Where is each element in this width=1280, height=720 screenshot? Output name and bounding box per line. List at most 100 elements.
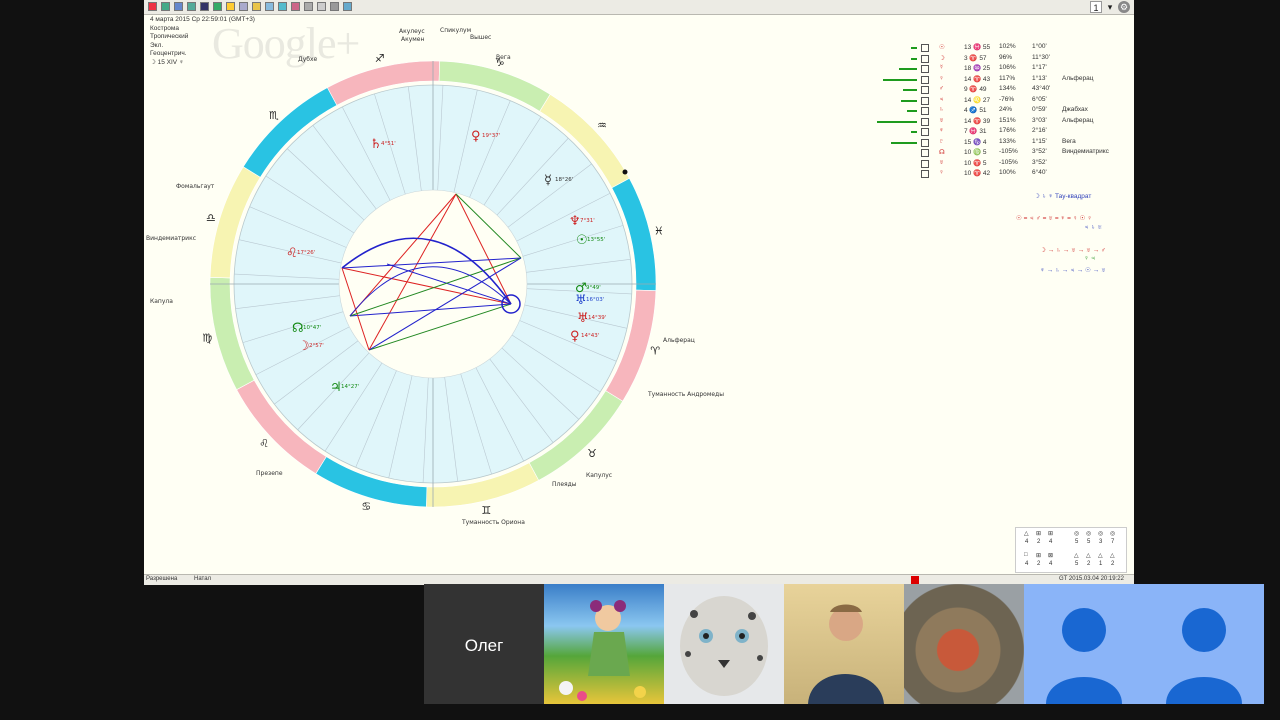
- aspect-box-icon: [921, 128, 929, 136]
- strength-bar: [899, 68, 917, 70]
- aspect-position: 14 ♈ 39: [964, 117, 991, 125]
- settings-gear-icon[interactable]: ⚙: [1118, 1, 1130, 13]
- participant-tile-oleg[interactable]: Олег: [424, 584, 544, 704]
- participant-tile-cartoon-girl[interactable]: [544, 584, 664, 704]
- aspect-box-icon: [921, 75, 929, 84]
- planet-glyph[interactable]: ♅: [575, 293, 587, 308]
- globe-icon[interactable]: [174, 2, 183, 11]
- stats-symbol-icon: ◎: [1110, 531, 1116, 537]
- zodiac-sign-glyph: ♉: [587, 447, 597, 460]
- refresh-icon[interactable]: [161, 2, 170, 11]
- aspect-planet: ♀: [939, 169, 944, 176]
- planet-degree-label: 14°39': [588, 315, 606, 321]
- aspect-percent: 133%: [999, 137, 1016, 145]
- fixed-star-label: Альферац: [663, 337, 695, 344]
- planet-glyph[interactable]: ♃: [330, 380, 342, 395]
- fixed-star-label: Фомальгаут: [176, 183, 215, 190]
- stats-symbol-icon: ⊞: [1036, 531, 1042, 537]
- aspect-percent: 117%: [999, 74, 1016, 82]
- tau-square-pattern: ☽ ♄ ♆ Тау-квадрат: [1034, 193, 1092, 200]
- chart-icon[interactable]: [187, 2, 196, 11]
- planet-glyph[interactable]: ♄: [370, 137, 382, 152]
- folder-icon[interactable]: [252, 2, 261, 11]
- zodiac-sign-glyph: ♏: [269, 109, 279, 122]
- aspect-row[interactable]: ♄ 4 ♐ 51 24% 0°59' Джабхах: [877, 106, 1134, 116]
- stats-count: 4: [1025, 561, 1029, 567]
- planet-degree-label: 9°49': [586, 285, 601, 291]
- participant-tile-man[interactable]: [784, 584, 904, 704]
- avatar-icon: [1182, 608, 1226, 652]
- planet-glyph[interactable]: ☊: [292, 321, 304, 336]
- aspect-row[interactable]: ♅ 10 ♈ 5 -105% 3°52': [877, 159, 1134, 169]
- save-icon[interactable]: [239, 2, 248, 11]
- person-icon[interactable]: [291, 2, 300, 11]
- planet-glyph[interactable]: ☉: [576, 233, 588, 248]
- book-icon[interactable]: [343, 2, 352, 11]
- element-stats-box: △ 4 ⊞ 2 ⊞ 4 ◎ 5 ◎ 5 ◎ 3 ◎ 7 □ 4 ⊞ 2 ⊠ 4 △ 5 △ 2 △ 1 △ 2: [1015, 527, 1127, 573]
- planet-degree-label: 17°26': [297, 250, 315, 256]
- stats-count: 3: [1099, 539, 1103, 545]
- aspect-position: 18 ♒ 25: [964, 65, 991, 72]
- participant-tile-avatars[interactable]: [1024, 584, 1264, 704]
- stats-symbol-icon: ⊞: [1048, 531, 1054, 537]
- aspect-position: 4 ♐ 51: [964, 107, 987, 114]
- aspect-position: 14 ♌ 27: [964, 96, 991, 104]
- aspect-row[interactable]: ♀ 14 ♈ 43 117% 1°13' Альферац: [877, 75, 1134, 85]
- table-icon[interactable]: [265, 2, 274, 11]
- aspect-orb: 3°52': [1032, 158, 1047, 166]
- aspect-row[interactable]: ☿ 18 ♒ 25 106% 1°17': [877, 64, 1134, 74]
- aspect-star: Альферац: [1062, 116, 1094, 124]
- planet-glyph[interactable]: ♆: [569, 214, 581, 229]
- aspect-row[interactable]: ♇ 15 ♑ 4 133% 1°15' Вега: [877, 138, 1134, 148]
- stats-symbol-icon: ◎: [1074, 531, 1080, 537]
- stats-count: 1: [1099, 561, 1103, 567]
- stats-symbol-icon: ⊞: [1036, 553, 1042, 559]
- stop-icon[interactable]: [148, 2, 157, 11]
- grid-icon[interactable]: [200, 2, 209, 11]
- stats-symbol-icon: △: [1024, 531, 1029, 537]
- toolbar: 1 ▾ ⚙: [144, 0, 1134, 15]
- participant-tile-snow-leopard[interactable]: [664, 584, 784, 704]
- aspect-row[interactable]: ♃ 14 ♌ 27 -76% 6°05': [877, 96, 1134, 106]
- star-icon[interactable]: [226, 2, 235, 11]
- stats-symbol-icon: ◎: [1098, 531, 1104, 537]
- aspect-percent: 106%: [999, 64, 1016, 71]
- print-icon[interactable]: [330, 2, 339, 11]
- page-number-field[interactable]: 1: [1090, 1, 1102, 13]
- planet-glyph[interactable]: ☽: [298, 339, 310, 354]
- aspect-star: Джабхах: [1062, 106, 1088, 113]
- aspect-row[interactable]: ☉ 13 ♓ 55 102% 1°00': [877, 43, 1134, 53]
- planet-glyph[interactable]: ♅: [577, 311, 589, 326]
- participant-tile-mandala[interactable]: [904, 584, 1024, 704]
- aspect-position: 15 ♑ 4: [964, 138, 987, 146]
- aspect-planet: ♂: [939, 85, 944, 92]
- monitor-icon[interactable]: [213, 2, 222, 11]
- aspect-position: 10 ♍ 5: [964, 149, 987, 156]
- aspect-row[interactable]: ♀ 10 ♈ 42 100% 6°40': [877, 169, 1134, 179]
- fixed-star-label: Вышес: [470, 34, 491, 41]
- planet-glyph[interactable]: ☿: [544, 173, 552, 188]
- fixed-star-label: Капулус: [586, 472, 612, 479]
- aspect-row[interactable]: ☽ 3 ♈ 57 96% 11°30': [877, 54, 1134, 64]
- status-right: GT 2015.03.04 20:19:22: [1059, 576, 1124, 582]
- strength-bar: [891, 141, 917, 144]
- aspect-row[interactable]: ♂ 9 ♈ 49 134% 43°40': [877, 85, 1134, 95]
- dropdown-arrow-icon[interactable]: ▾: [1105, 1, 1115, 13]
- stats-count: 5: [1075, 561, 1079, 567]
- planet-glyph[interactable]: ♀: [570, 329, 580, 344]
- planet-degree-label: 7°31': [580, 218, 595, 224]
- strength-bar: [901, 99, 917, 102]
- avatar-body-icon: [1046, 677, 1122, 704]
- grid2-icon[interactable]: [278, 2, 287, 11]
- aspect-position: 14 ♈ 43: [964, 75, 991, 83]
- list-icon[interactable]: [304, 2, 313, 11]
- aspect-planet: ♆: [939, 127, 944, 134]
- stats-symbol-icon: △: [1086, 553, 1091, 559]
- wrench-icon[interactable]: [317, 2, 326, 11]
- aspect-percent: 24%: [999, 106, 1013, 113]
- planet-glyph[interactable]: ♀: [471, 129, 481, 144]
- aspect-row[interactable]: ♆ 7 ♓ 31 176% 2°16': [877, 127, 1134, 137]
- planet-glyph[interactable]: ♌: [286, 246, 298, 261]
- aspect-row[interactable]: ☊ 10 ♍ 5 -105% 3°52' Виндемиатрикс: [877, 148, 1134, 158]
- aspect-row[interactable]: ♅ 14 ♈ 39 151% 3°03' Альферац: [877, 117, 1134, 127]
